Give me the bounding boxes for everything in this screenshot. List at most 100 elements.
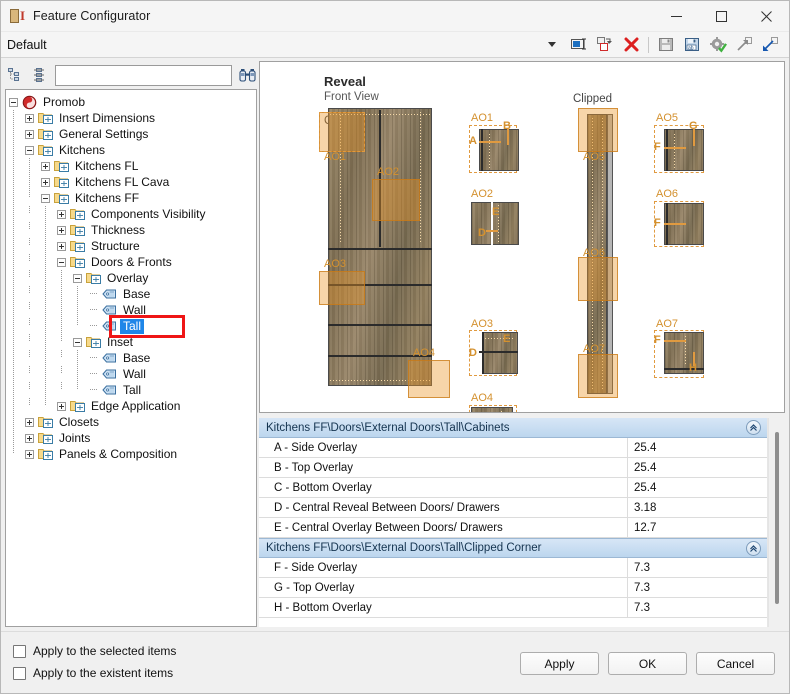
property-value[interactable]: 3.18 [627,497,767,518]
property-row[interactable]: A - Side Overlay 25.4 [259,437,767,458]
save-icon[interactable] [654,34,678,56]
tree-expander[interactable] [22,446,38,462]
property-value[interactable]: 7.3 [627,597,767,618]
tree-expander[interactable] [70,334,86,350]
checkbox-box[interactable] [13,644,26,658]
tree-node-wall[interactable]: Wall [6,366,256,382]
apply-settings-icon[interactable] [706,34,730,56]
tree-expander[interactable] [38,158,54,174]
property-row[interactable]: F - Side Overlay 7.3 [259,557,767,578]
checkbox-apply-existent[interactable]: Apply to the existent items [13,662,176,684]
tree-node-base[interactable]: Base [6,350,256,366]
cancel-button[interactable]: Cancel [696,652,775,675]
tree-node-general-settings[interactable]: General Settings [6,126,256,142]
expand-all-icon[interactable] [30,65,50,85]
binoculars-search-icon[interactable] [237,65,257,85]
duplicate-icon[interactable] [593,34,617,56]
checkbox-apply-selected[interactable]: Apply to the selected items [13,640,176,662]
maximize-button[interactable] [699,1,744,32]
rename-icon[interactable] [567,34,591,56]
tree-expander[interactable] [38,174,54,190]
tree-expander[interactable] [54,254,70,270]
tree-node-insert-dimensions[interactable]: Insert Dimensions [6,110,256,126]
tree-node-kitchens-fl[interactable]: Kitchens FL [6,158,256,174]
property-row[interactable]: D - Central Reveal Between Doors/ Drawer… [259,497,767,518]
property-group-header[interactable]: Kitchens FF\Doors\External Doors\Tall\Ca… [259,418,767,438]
tree-indent [22,318,38,334]
tree-expander[interactable] [54,398,70,414]
tree-node-kitchens-fl-cava[interactable]: Kitchens FL Cava [6,174,256,190]
tree-expander[interactable] [22,126,38,142]
tree-node-panels-composition[interactable]: Panels & Composition [6,446,256,462]
tree-expander[interactable] [54,238,70,254]
property-row[interactable]: G - Top Overlay 7.3 [259,577,767,598]
property-value[interactable]: 7.3 [627,577,767,598]
tree-node-closets[interactable]: Closets [6,414,256,430]
grid-scrollbar-thumb[interactable] [775,432,779,604]
property-row[interactable]: C - Bottom Overlay 25.4 [259,477,767,498]
tree-node-inset[interactable]: Inset [6,334,256,350]
tree-indent [38,382,54,398]
property-name: E - Central Overlay Between Doors/ Drawe… [274,521,503,534]
property-value[interactable]: 25.4 [627,477,767,498]
tree-node-edge-application[interactable]: Edge Application [6,398,256,414]
tree-node-kitchens-ff[interactable]: Kitchens FF [6,190,256,206]
tree-node-tall[interactable]: Tall [6,382,256,398]
ok-button[interactable]: OK [608,652,687,675]
tree-expander[interactable] [22,414,38,430]
folder-icon [38,430,56,446]
property-value[interactable]: 25.4 [627,457,767,478]
tree-expander[interactable] [38,190,54,206]
tree-node-kitchens[interactable]: Kitchens [6,142,256,158]
property-value[interactable]: 25.4 [627,437,767,458]
tree-node-structure[interactable]: Structure [6,238,256,254]
apply-button[interactable]: Apply [520,652,599,675]
tree-node-doors-fronts[interactable]: Doors & Fronts [6,254,256,270]
tree-node-promob[interactable]: Promob [6,94,256,110]
property-value[interactable]: 12.7 [627,517,767,538]
export-icon[interactable] [732,34,756,56]
tree-node-thickness[interactable]: Thickness [6,222,256,238]
callout-highlight-ao3 [319,271,365,305]
toolbar-separator [648,36,649,53]
callout-label-ao3: AO3 [324,258,347,270]
save-as-icon[interactable]: ab [680,34,704,56]
chevron-down-icon[interactable] [546,39,558,51]
tree-pane: Promob Insert Dimensions General Settings K… [1,58,257,631]
tree-expander[interactable] [70,270,86,286]
tree-node-components-visibility[interactable]: Components Visibility [6,206,256,222]
tree-node-overlay[interactable]: Overlay [6,270,256,286]
delete-icon[interactable] [619,34,643,56]
tree-indent [38,398,54,414]
configuration-tree[interactable]: Promob Insert Dimensions General Settings K… [5,89,257,627]
tree-node-label: Base [123,350,151,365]
tree-expander[interactable] [22,142,38,158]
grid-scrollbar[interactable] [768,418,785,627]
tree-expander[interactable] [22,430,38,446]
tree-expander[interactable] [22,110,38,126]
tree-expander[interactable] [6,94,22,110]
property-group-header[interactable]: Kitchens FF\Doors\External Doors\Tall\Cl… [259,538,767,558]
tree-node-wall[interactable]: Wall [6,302,256,318]
callout-highlight-ao4 [408,360,450,398]
tree-indent [38,366,54,382]
close-button[interactable] [744,1,789,32]
chevron-up-icon[interactable] [746,420,761,435]
tree-expander[interactable] [54,222,70,238]
property-row[interactable]: E - Central Overlay Between Doors/ Drawe… [259,517,767,538]
property-row[interactable]: B - Top Overlay 25.4 [259,457,767,478]
property-value[interactable]: 7.3 [627,557,767,578]
property-grid[interactable]: Kitchens FF\Doors\External Doors\Tall\Ca… [259,418,768,627]
tree-node-base[interactable]: Base [6,286,256,302]
chevron-up-icon[interactable] [746,541,761,556]
property-row[interactable]: H - Bottom Overlay 7.3 [259,597,767,618]
tree-node-joints[interactable]: Joints [6,430,256,446]
import-icon[interactable] [758,34,782,56]
tree-node-tall[interactable]: Tall [6,318,256,334]
checkbox-box[interactable] [13,666,26,680]
collapse-all-icon[interactable] [5,65,25,85]
tree-expander[interactable] [54,206,70,222]
search-input[interactable] [55,64,232,86]
minimize-button[interactable] [654,1,699,32]
profile-select-value[interactable]: Default [1,38,47,52]
